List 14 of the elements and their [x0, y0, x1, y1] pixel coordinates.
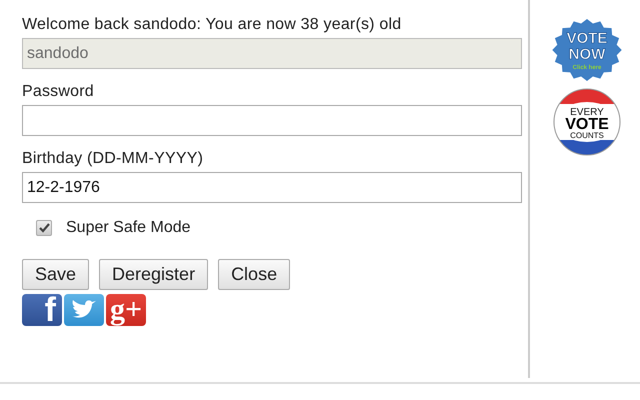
input-field[interactable]: 12-2-1976 — [22, 172, 522, 203]
checkbox-label: Super Safe Mode — [66, 219, 191, 237]
field-label: Birthday (DD-MM-YYYY) — [22, 150, 204, 168]
field-label: Password — [22, 83, 95, 101]
every-vote-counts-badge: EVERY VOTE COUNTS — [553, 88, 621, 156]
field-label: Welcome back sandodo: You are now 38 year(s) old — [22, 16, 402, 34]
action-button[interactable]: Close — [218, 259, 290, 290]
input-field[interactable] — [22, 105, 522, 136]
action-button[interactable]: Deregister — [99, 259, 208, 290]
action-button[interactable]: Save — [22, 259, 90, 290]
facebook-share-icon[interactable]: f — [22, 294, 62, 326]
checkbox[interactable] — [36, 220, 52, 236]
google-plus-share-icon[interactable]: g+ — [106, 294, 146, 326]
bird-icon[interactable] — [64, 294, 104, 326]
